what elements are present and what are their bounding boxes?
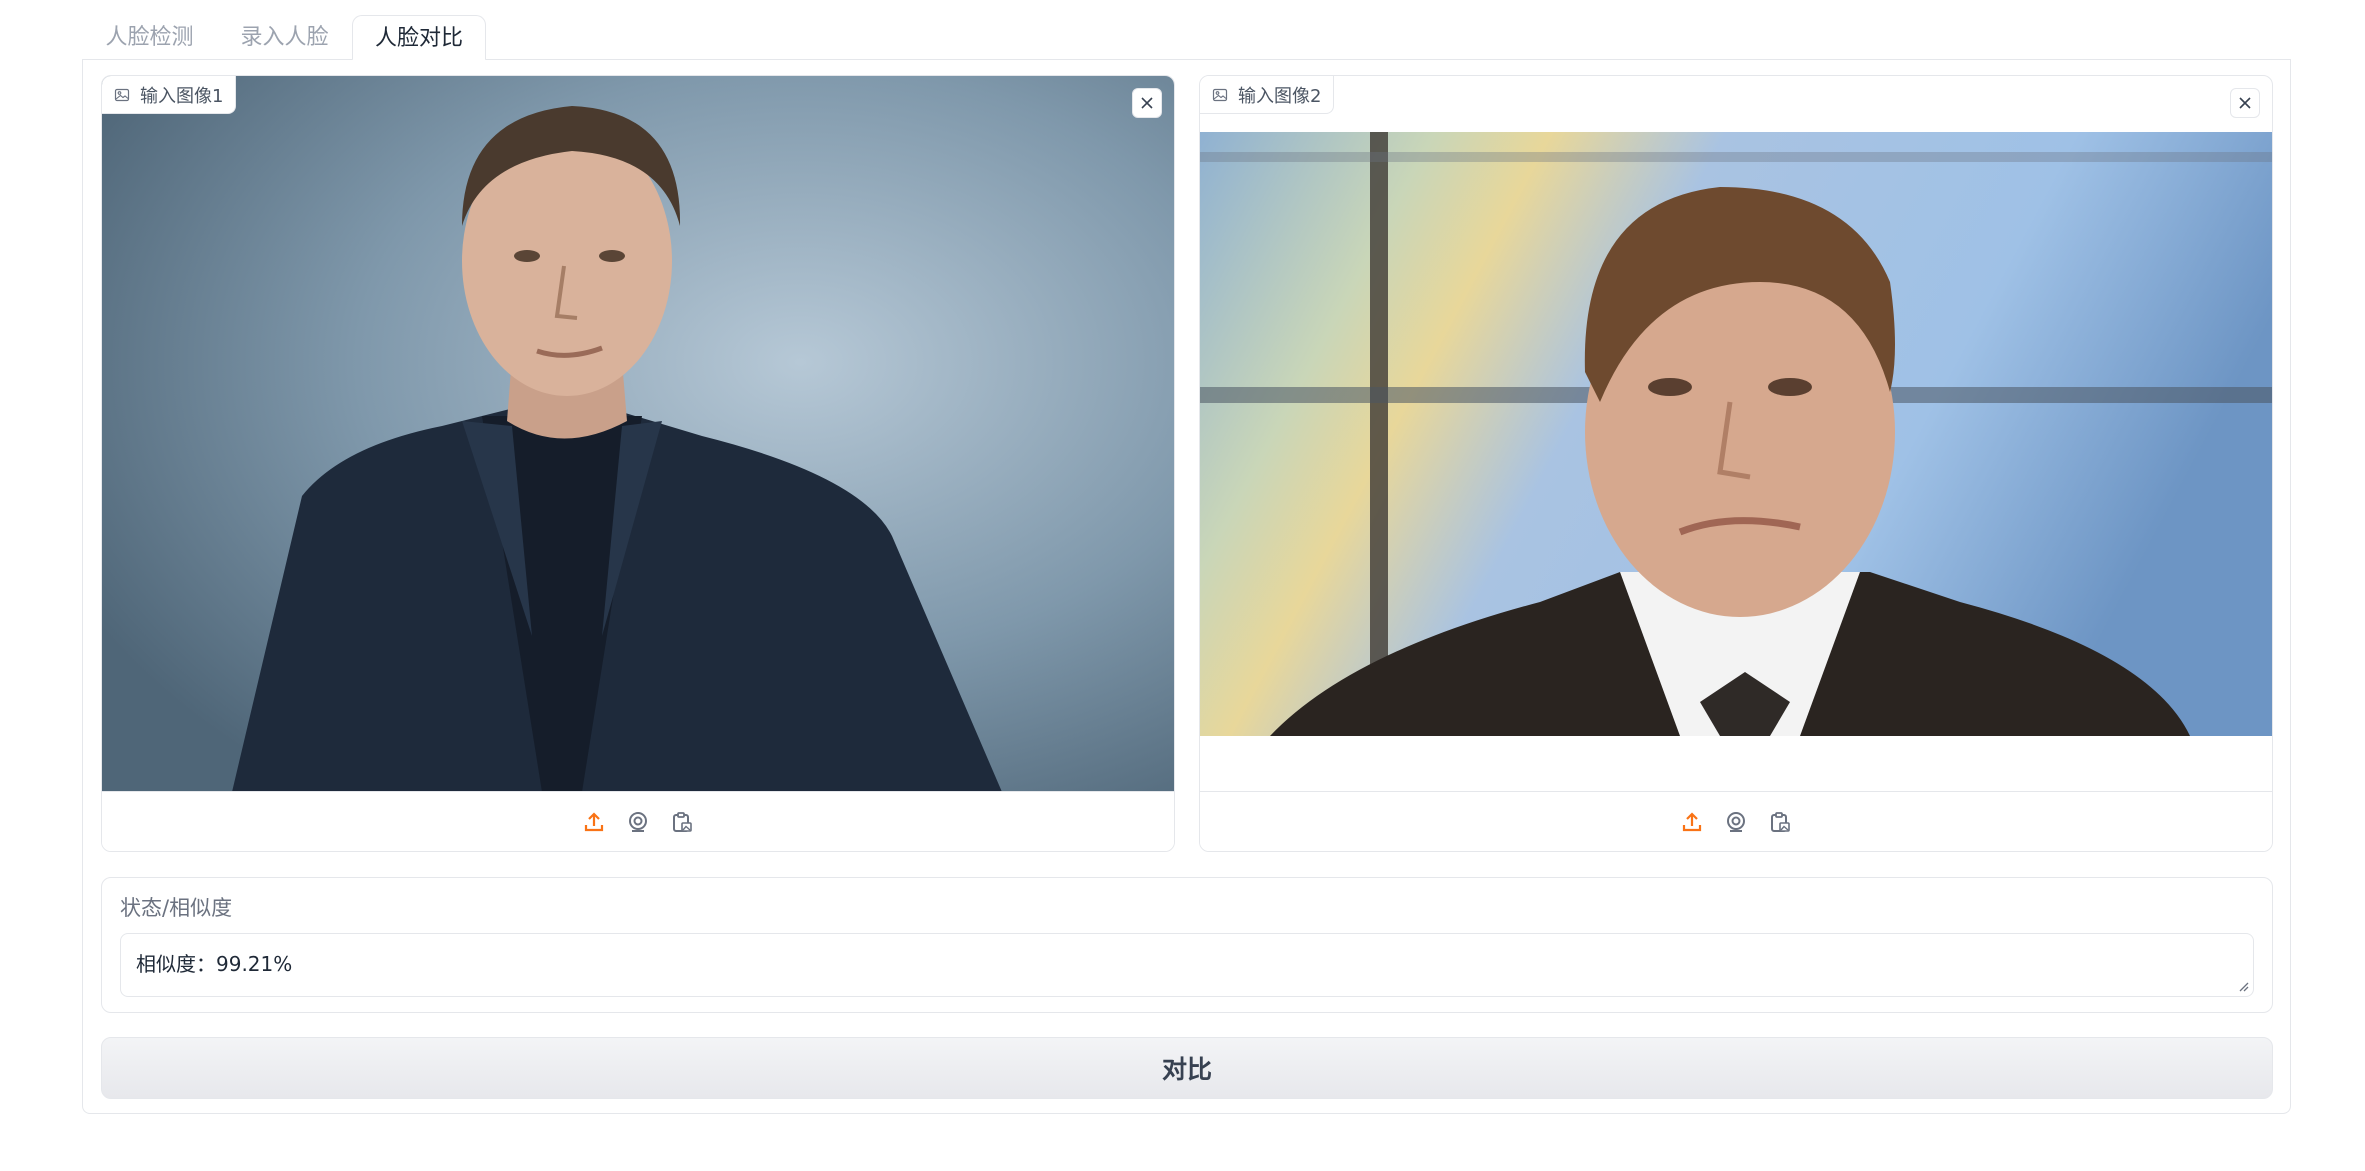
upload-button-2[interactable]	[1679, 809, 1705, 835]
status-textbox[interactable]: 相似度：99.21%	[120, 933, 2254, 997]
status-similarity-block: 状态/相似度 相似度：99.21%	[101, 877, 2273, 1013]
clipboard-button-1[interactable]	[669, 809, 695, 835]
image-icon	[114, 88, 130, 101]
webcam-button-1[interactable]	[625, 809, 651, 835]
image-input-2-label-text: 输入图像2	[1238, 85, 1322, 107]
clear-image-2-button[interactable]	[2230, 88, 2260, 118]
tab-bar: 人脸检测 录入人脸 人脸对比	[82, 15, 2291, 61]
webcam-button-2[interactable]	[1723, 809, 1749, 835]
app-root: 人脸检测 录入人脸 人脸对比 输入图像1 输入图像2 状态/相似度 相似度：99…	[0, 0, 2365, 1171]
image-input-1-label: 输入图像1	[102, 76, 237, 114]
image-icon	[1212, 88, 1228, 101]
image-source-bar-2	[1200, 791, 2272, 851]
status-label: 状态/相似度	[120, 896, 233, 920]
image-preview-2	[1200, 132, 2272, 736]
clipboard-icon	[673, 811, 692, 832]
image-input-1-label-text: 输入图像1	[140, 85, 224, 107]
status-value: 相似度：99.21%	[136, 952, 293, 976]
tab-face-compare[interactable]: 人脸对比	[352, 15, 486, 61]
clear-image-1-button[interactable]	[1132, 88, 1162, 118]
tab-face-enroll[interactable]: 录入人脸	[217, 15, 352, 61]
close-icon	[1141, 97, 1153, 109]
close-icon	[2239, 97, 2251, 109]
webcam-icon	[629, 811, 647, 832]
upload-icon	[584, 811, 604, 831]
clipboard-button-2[interactable]	[1767, 809, 1793, 835]
upload-icon	[1682, 811, 1702, 831]
image-preview-1	[102, 76, 1174, 792]
image-source-bar-1	[102, 791, 1174, 851]
image-input-2[interactable]: 输入图像2	[1199, 75, 2273, 852]
image-input-2-label: 输入图像2	[1200, 76, 1335, 114]
resize-handle-icon[interactable]	[2237, 980, 2249, 992]
compare-button[interactable]: 对比	[101, 1037, 2273, 1099]
tab-face-detection[interactable]: 人脸检测	[82, 15, 217, 61]
webcam-icon	[1727, 811, 1745, 832]
image-input-1[interactable]: 输入图像1	[101, 75, 1175, 852]
upload-button-1[interactable]	[581, 809, 607, 835]
clipboard-icon	[1771, 811, 1790, 832]
